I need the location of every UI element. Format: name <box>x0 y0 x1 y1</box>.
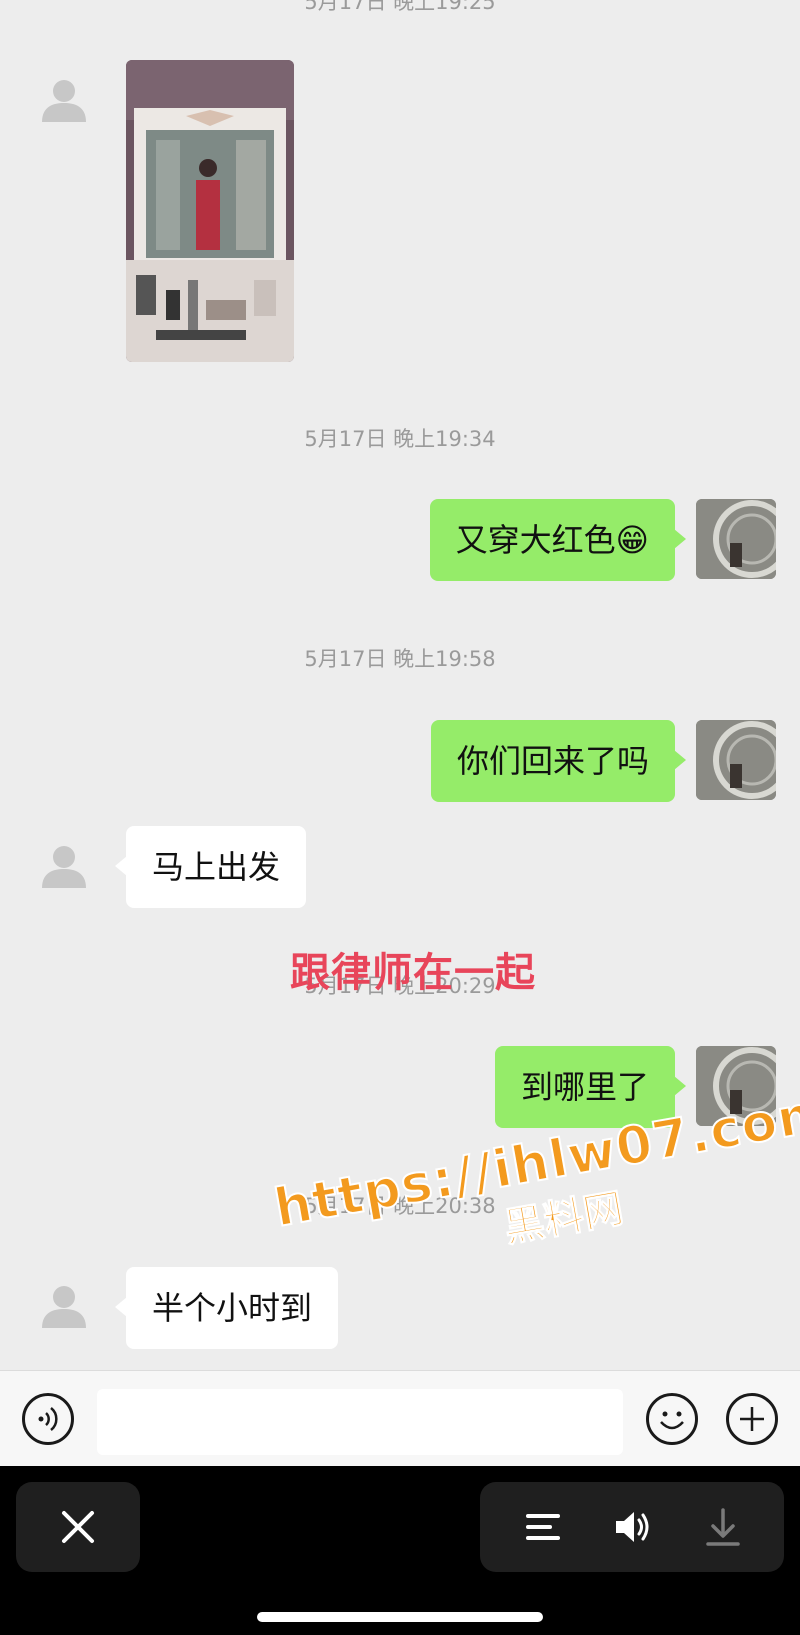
timestamp: 5月17日 晚上19:58 <box>304 647 496 671</box>
plus-icon[interactable] <box>726 1393 778 1445</box>
contact-avatar[interactable] <box>40 76 88 124</box>
close-icon <box>62 1511 94 1543</box>
chat-area[interactable]: 5月17日 晚上19:25 5月17日 晚上19:34 又穿大红色😁 5月17日… <box>0 0 800 1370</box>
self-avatar[interactable] <box>696 499 776 579</box>
message-input[interactable] <box>97 1389 623 1455</box>
timestamp: 5月17日 晚上19:25 <box>304 0 496 14</box>
contact-avatar[interactable] <box>40 842 88 890</box>
tool-group <box>480 1482 784 1572</box>
timestamp: 5月17日 晚上19:34 <box>304 427 496 451</box>
home-indicator[interactable] <box>257 1612 543 1622</box>
sent-message[interactable]: 你们回来了吗 <box>430 720 687 802</box>
emoji-icon[interactable] <box>646 1393 698 1445</box>
speaker-icon[interactable] <box>608 1502 658 1552</box>
list-icon[interactable] <box>518 1502 568 1552</box>
photo-message[interactable] <box>126 60 294 362</box>
voice-icon[interactable] <box>22 1393 74 1445</box>
viewer-toolbar <box>0 1466 800 1635</box>
self-avatar[interactable] <box>696 720 776 800</box>
chat-input-bar <box>0 1370 800 1467</box>
contact-avatar[interactable] <box>40 1282 88 1330</box>
red-caption-overlay: 跟律师在一起 <box>290 950 536 996</box>
received-message[interactable]: 马上出发 <box>114 826 307 908</box>
sent-message[interactable]: 又穿大红色😁 <box>429 499 687 581</box>
download-icon[interactable] <box>698 1502 748 1552</box>
close-button[interactable] <box>16 1482 140 1572</box>
